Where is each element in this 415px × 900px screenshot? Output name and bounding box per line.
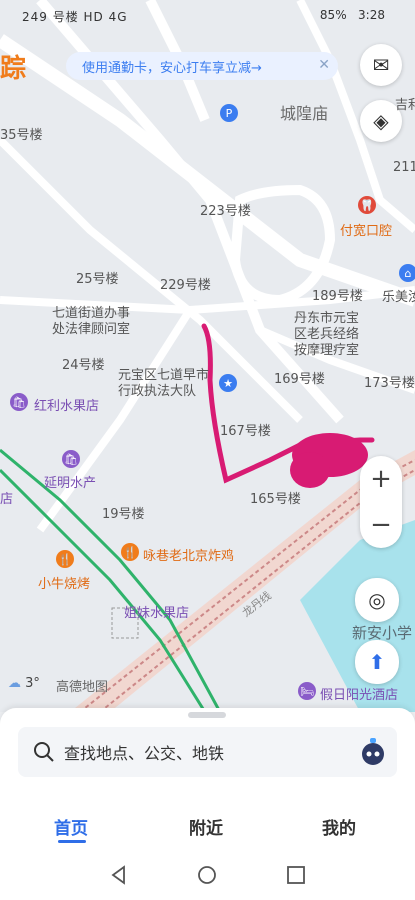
poi-b229: 229号楼 [160, 278, 211, 293]
navigate-button[interactable]: ⬆ [355, 640, 399, 684]
poi-dandong[interactable]: 丹东市元宝 区老兵经络 按摩理疗室 [294, 311, 359, 359]
recents-icon[interactable] [285, 864, 307, 886]
tab-nearby[interactable]: 附近 [189, 814, 223, 839]
government-icon[interactable]: ★ [219, 374, 237, 392]
search-icon [34, 742, 54, 762]
poi-yanming[interactable]: 延明水产 [44, 472, 96, 491]
status-bar: 249 号楼 HD 4G 85% 3:28 [0, 0, 415, 30]
cloud-icon: ☁ [8, 676, 21, 691]
poi-jiari[interactable]: 假日阳光酒店 [320, 684, 398, 703]
poi-b167: 167号楼 [220, 424, 271, 439]
search-placeholder: 查找地点、公交、地铁 [64, 744, 225, 763]
zoom-out-button[interactable]: − [360, 502, 402, 548]
poi-b173: 173号楼 [364, 376, 415, 391]
layers-icon: ◈ [373, 109, 389, 133]
locate-button[interactable]: ◎ [355, 578, 399, 622]
poi-b19: 19号楼 [102, 507, 145, 522]
close-icon[interactable]: ✕ [318, 57, 330, 73]
poi-b169: 169号楼 [274, 372, 325, 387]
fruit-shop-icon[interactable]: 🛍 [10, 393, 28, 411]
hotel-icon[interactable]: 🛏 [298, 682, 316, 700]
navigation-arrow-icon: ⬆ [368, 650, 386, 674]
map-view[interactable]: 249 号楼 HD 4G 85% 3:28 踪 使用通勤卡，安心打车享立减→ ✕… [0, 0, 415, 712]
weather-widget[interactable]: ☁ 3° [8, 676, 40, 691]
battery-level: 85% [319, 8, 347, 22]
clock: 3:28 [358, 8, 385, 22]
poi-xinan[interactable]: 新安小学 [352, 622, 412, 643]
promo-banner-text: 使用通勤卡，安心打车享立减→ [82, 60, 262, 76]
poi-xiaoniu[interactable]: 小牛烧烤 [38, 573, 90, 592]
zoom-in-button[interactable]: + [360, 456, 402, 502]
poi-dian[interactable]: 店 [0, 488, 13, 507]
locate-icon: ◎ [368, 588, 386, 612]
system-nav-bar [0, 850, 415, 900]
bottom-tab-bar: 首页 附近 我的 [0, 798, 415, 850]
seafood-shop-icon[interactable]: 🛍 [62, 450, 80, 468]
zoom-control: + − [360, 456, 402, 548]
poi-yongxiang[interactable]: 咏巷老北京炸鸡 [143, 545, 234, 564]
status-left: 249 号楼 HD 4G [22, 10, 128, 24]
poi-b35: 35号楼 [0, 128, 43, 143]
poi-qidao[interactable]: 七道街道办事 处法律顾问室 [52, 306, 130, 338]
chat-icon: ✉ [372, 53, 390, 77]
status-right: 85% 3:28 [320, 8, 385, 22]
poi-b223: 223号楼 [200, 204, 251, 219]
home-icon[interactable] [196, 864, 218, 886]
poi-b189: 189号楼 [312, 289, 363, 304]
poi-b165: 165号楼 [250, 492, 301, 507]
map-logo: 高德地图 [56, 680, 109, 695]
poi-b25: 25号楼 [76, 272, 119, 287]
voice-assistant-icon[interactable] [357, 736, 389, 768]
poi-b211: 211 [393, 160, 415, 175]
tab-home[interactable]: 首页 [54, 814, 88, 839]
search-bar[interactable]: 查找地点、公交、地铁 [18, 727, 397, 777]
back-icon[interactable] [108, 864, 130, 886]
poi-ji[interactable]: 吉利 [395, 94, 415, 113]
brand-fragment: 踪 [0, 54, 27, 84]
promo-banner[interactable]: 使用通勤卡，安心打车享立减→ ✕ [66, 52, 338, 80]
restaurant-icon[interactable]: 🍴 [121, 543, 139, 561]
sheet-drag-handle[interactable] [188, 712, 226, 718]
tab-mine[interactable]: 我的 [322, 814, 356, 839]
poi-chenghuangmiao[interactable]: 城隍庙 [280, 100, 328, 124]
search-sheet: 查找地点、公交、地铁 [0, 708, 415, 798]
message-button[interactable]: ✉ [360, 44, 402, 86]
poi-b24: 24号楼 [62, 358, 105, 373]
dental-icon[interactable]: 🦷 [358, 196, 376, 214]
active-tab-indicator [58, 840, 86, 843]
poi-yuanbao[interactable]: 元宝区七道早市 行政执法大队 [118, 368, 209, 400]
shop-icon[interactable]: ⌂ [399, 264, 415, 282]
temperature: 3° [25, 676, 40, 691]
poi-fukuan[interactable]: 付宽口腔 [340, 220, 392, 239]
poi-lemei[interactable]: 乐美汝 [382, 286, 415, 305]
parking-icon[interactable]: P [220, 104, 238, 122]
poi-jiemei[interactable]: 姐妹水果店 [124, 602, 189, 621]
bbq-icon[interactable]: 🍴 [56, 550, 74, 568]
poi-hongli[interactable]: 红利水果店 [34, 395, 99, 414]
